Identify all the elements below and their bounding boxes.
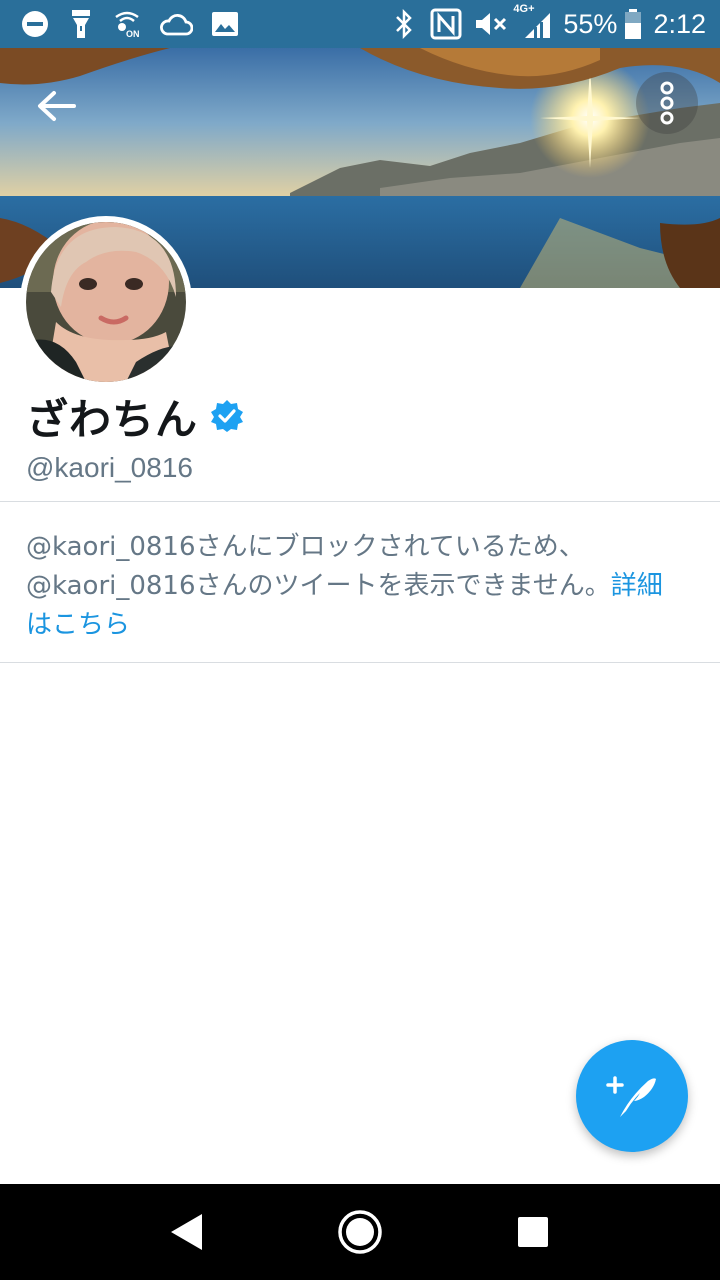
divider-bottom xyxy=(0,662,720,663)
bluetooth-icon xyxy=(389,9,419,39)
cloud-icon xyxy=(158,9,194,39)
overflow-menu-button[interactable] xyxy=(636,72,698,134)
square-recents-icon xyxy=(518,1217,549,1247)
clock: 2:12 xyxy=(653,8,706,39)
back-button[interactable] xyxy=(26,76,86,136)
divider-top xyxy=(0,501,720,502)
nav-back-button[interactable] xyxy=(157,1202,217,1262)
nav-home-button[interactable] xyxy=(330,1202,390,1262)
learn-more-link-part1[interactable]: 詳細 xyxy=(611,571,663,601)
learn-more-link-part2[interactable]: はこちら xyxy=(26,606,696,645)
network-type-label: 4G+ xyxy=(513,3,535,15)
triangle-back-icon xyxy=(170,1214,202,1250)
profile-avatar[interactable] xyxy=(20,216,192,388)
more-vertical-icon xyxy=(660,81,674,125)
arrow-left-icon xyxy=(38,91,76,121)
vowifi-icon: ON xyxy=(112,9,142,39)
battery-percent: 55% xyxy=(563,8,618,39)
do-not-disturb-icon xyxy=(20,9,50,39)
nfc-icon xyxy=(429,8,463,40)
username-handle: @kaori_0816 xyxy=(26,452,193,483)
blocked-notice-line2-row: @kaori_0816さんのツイートを表示できません。詳細 xyxy=(26,567,696,606)
system-nav-bar xyxy=(0,1184,720,1280)
mute-icon xyxy=(473,9,509,39)
circle-home-icon xyxy=(338,1210,382,1254)
flashlight-icon xyxy=(66,9,96,39)
status-icons-left: ON xyxy=(20,9,256,39)
nav-recents-button[interactable] xyxy=(503,1202,563,1262)
compose-tweet-icon xyxy=(606,1076,656,1117)
display-name: ざわちん xyxy=(26,394,199,444)
image-icon xyxy=(210,9,240,39)
blocked-notice-line2: @kaori_0816さんのツイートを表示できません。 xyxy=(26,571,611,601)
compose-tweet-button[interactable] xyxy=(576,1040,688,1152)
avatar-photo xyxy=(26,222,186,382)
blocked-notice-line1: @kaori_0816さんにブロックされているため、 xyxy=(26,532,585,562)
battery-icon xyxy=(623,9,643,39)
verified-badge-icon xyxy=(210,399,244,433)
blocked-notice: @kaori_0816さんにブロックされているため、 @kaori_0816さん… xyxy=(26,528,696,645)
status-bar: ON 4G+ 55% 2:12 xyxy=(0,0,720,48)
display-name-row: ざわちん xyxy=(26,388,244,444)
signal-icon: 4G+ xyxy=(513,3,553,39)
status-icons-right: 4G+ 55% 2:12 xyxy=(389,3,706,40)
svg-text:ON: ON xyxy=(126,29,140,39)
